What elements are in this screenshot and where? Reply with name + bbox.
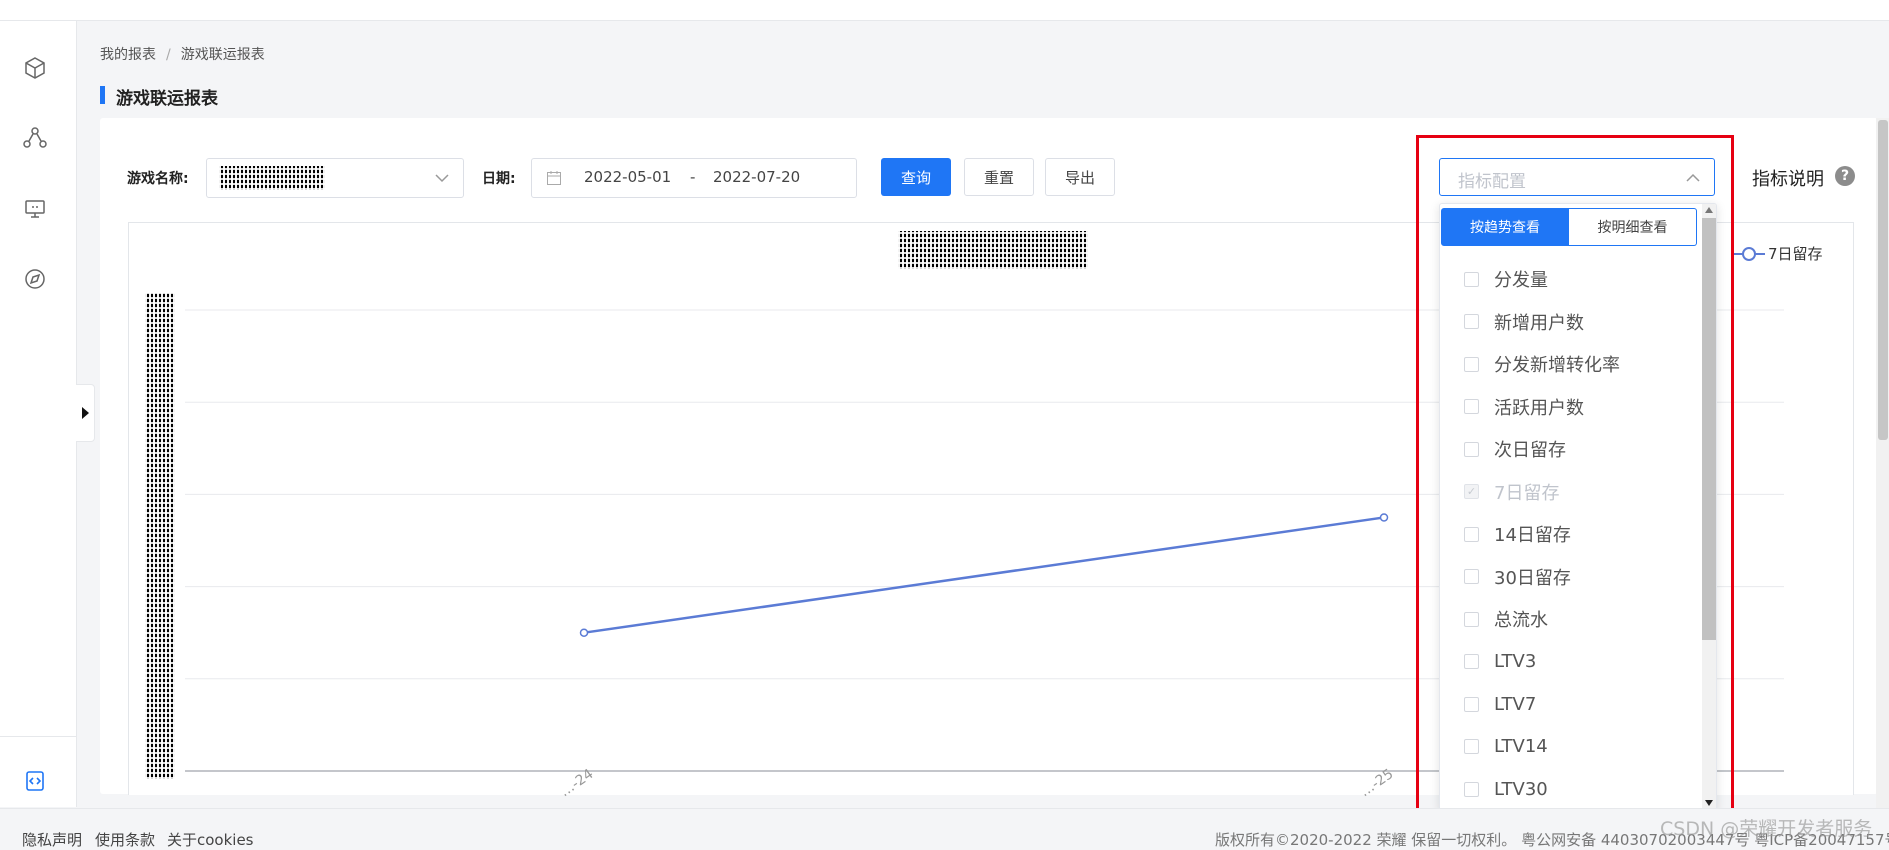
terms-link[interactable]: 使用条款: [95, 829, 155, 850]
data-point[interactable]: [579, 628, 589, 637]
cookies-link[interactable]: 关于cookies: [167, 829, 254, 850]
page-scroll-thumb[interactable]: [1878, 120, 1888, 440]
chart-legend[interactable]: 7日留存: [1733, 243, 1823, 264]
footer: 隐私声明 使用条款 关于cookies 版权所有©2020-2022 荣耀 保留…: [0, 808, 1889, 850]
question-circle-icon[interactable]: ?: [1835, 166, 1855, 186]
watermark: CSDN @荣耀开发者服务: [1660, 818, 1873, 840]
indicator-help-label[interactable]: 指标说明: [1752, 165, 1824, 191]
highlight-annotation-box: [1416, 135, 1734, 825]
data-point[interactable]: [1379, 513, 1389, 522]
series-line: [583, 516, 1385, 634]
privacy-link[interactable]: 隐私声明: [22, 829, 82, 850]
legend-marker-icon: [1733, 246, 1765, 261]
legend-label: 7日留存: [1768, 245, 1823, 263]
